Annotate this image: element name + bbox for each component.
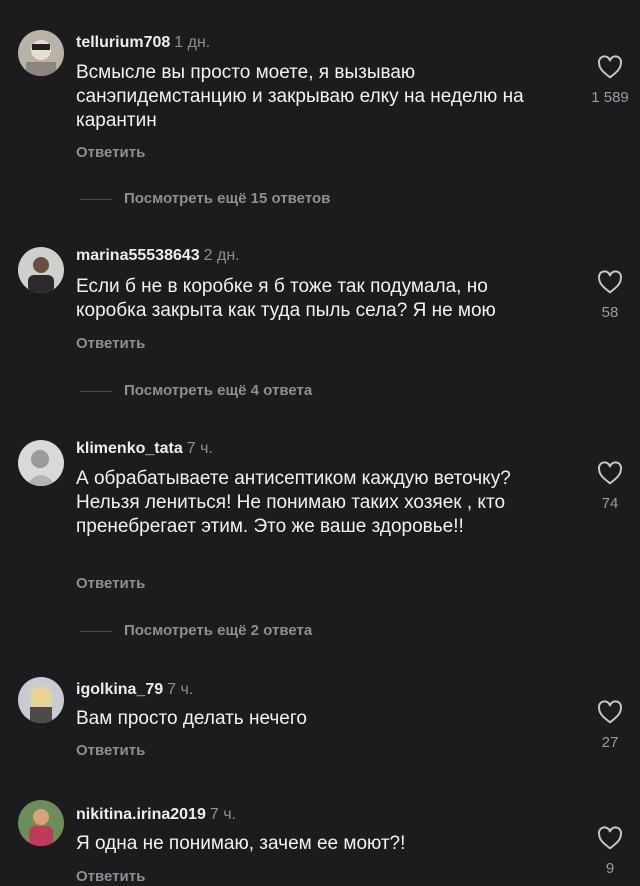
- like-count: 74: [601, 495, 619, 512]
- username[interactable]: klimenko_tata: [76, 440, 183, 457]
- divider: [80, 630, 112, 632]
- like-count: 58: [601, 304, 619, 321]
- like-control: 9: [588, 826, 632, 877]
- avatar[interactable]: [18, 440, 64, 486]
- comment-meta: klimenko_tata 7 ч.: [76, 439, 213, 459]
- like-control: 1 589: [588, 55, 632, 106]
- comment-text: А обрабатываете антисептиком каждую вето…: [76, 468, 511, 537]
- view-more-replies-label: Посмотреть ещё 4 ответа: [124, 382, 313, 399]
- comment-meta: tellurium708 1 дн.: [76, 33, 210, 53]
- like-control: 74: [588, 461, 632, 512]
- comment-text: Всмысле вы просто моете, я вызываю санэп…: [76, 62, 524, 131]
- heart-icon[interactable]: [597, 700, 623, 724]
- avatar[interactable]: [18, 677, 64, 723]
- reply-button[interactable]: Ответить: [76, 144, 145, 161]
- comment-meta: igolkina_79 7 ч.: [76, 680, 193, 700]
- timestamp: 7 ч.: [209, 806, 236, 823]
- timestamp: 7 ч.: [186, 440, 213, 457]
- heart-icon[interactable]: [597, 461, 623, 485]
- like-control: 58: [588, 270, 632, 321]
- avatar[interactable]: [18, 247, 64, 293]
- username[interactable]: igolkina_79: [76, 681, 163, 698]
- comment-text: Вам просто делать нечего: [76, 708, 307, 729]
- view-more-replies[interactable]: Посмотреть ещё 4 ответа: [80, 382, 312, 399]
- like-control: 27: [588, 700, 632, 751]
- like-count: 1 589: [591, 89, 629, 106]
- comment-text: Если б не в коробке я б тоже так подумал…: [76, 276, 496, 321]
- comment-meta: marina55538643 2 дн.: [76, 246, 240, 266]
- timestamp: 7 ч.: [167, 681, 194, 698]
- reply-button[interactable]: Ответить: [76, 742, 145, 759]
- username[interactable]: marina55538643: [76, 247, 200, 264]
- heart-icon[interactable]: [597, 55, 623, 79]
- view-more-replies-label: Посмотреть ещё 15 ответов: [124, 190, 331, 207]
- username[interactable]: tellurium708: [76, 34, 170, 51]
- comment-meta: nikitina.irina2019 7 ч.: [76, 805, 236, 825]
- view-more-replies-label: Посмотреть ещё 2 ответа: [124, 622, 313, 639]
- reply-button[interactable]: Ответить: [76, 868, 145, 885]
- timestamp: 1 дн.: [174, 34, 211, 51]
- avatar[interactable]: [18, 30, 64, 76]
- divider: [80, 198, 112, 200]
- view-more-replies[interactable]: Посмотреть ещё 15 ответов: [80, 190, 330, 207]
- timestamp: 2 дн.: [203, 247, 240, 264]
- like-count: 9: [605, 860, 615, 877]
- view-more-replies[interactable]: Посмотреть ещё 2 ответа: [80, 622, 312, 639]
- comment-text: Я одна не понимаю, зачем ее моют?!: [76, 833, 406, 854]
- reply-button[interactable]: Ответить: [76, 575, 145, 592]
- username[interactable]: nikitina.irina2019: [76, 806, 206, 823]
- avatar[interactable]: [18, 800, 64, 846]
- heart-icon[interactable]: [597, 270, 623, 294]
- heart-icon[interactable]: [597, 826, 623, 850]
- reply-button[interactable]: Ответить: [76, 335, 145, 352]
- divider: [80, 390, 112, 392]
- like-count: 27: [601, 734, 619, 751]
